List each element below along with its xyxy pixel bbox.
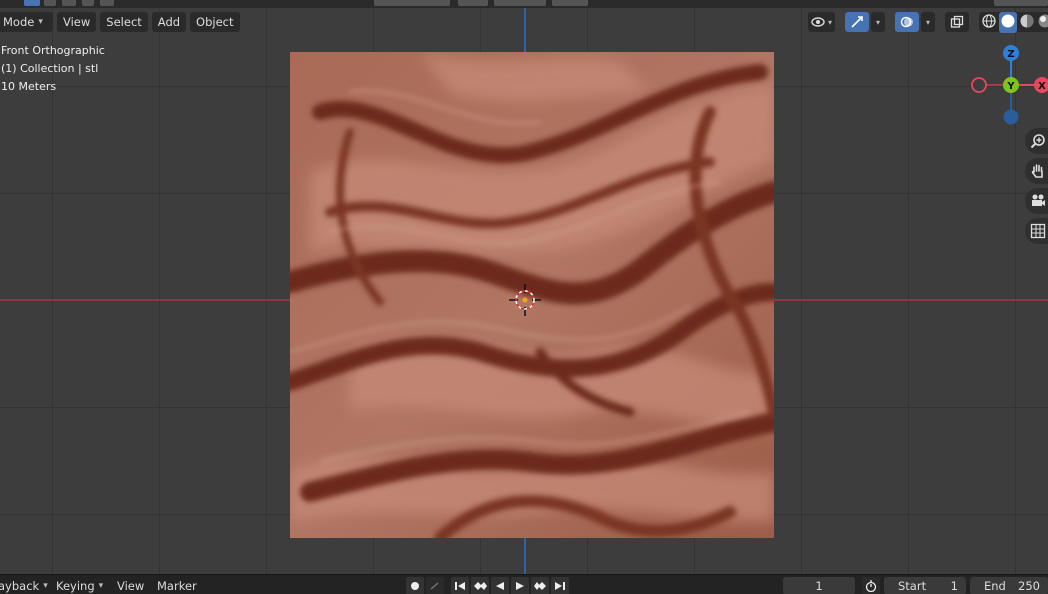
end-label: End — [984, 579, 1006, 593]
end-value: 250 — [1018, 579, 1040, 593]
gizmo-z-label: Z — [1007, 49, 1014, 60]
select-mode-icon[interactable] — [82, 0, 94, 6]
timeline-view-label: View — [117, 579, 145, 593]
chevron-down-icon[interactable]: ▾ — [871, 12, 886, 32]
playback-label: ayback — [0, 579, 40, 593]
jump-end-icon[interactable] — [551, 577, 569, 594]
menu-object[interactable]: Object — [190, 12, 240, 32]
wireframe-shading-icon[interactable] — [981, 13, 997, 32]
xray-icon[interactable] — [945, 12, 970, 32]
record-controls — [406, 577, 444, 594]
menu-object-label: Object — [196, 15, 234, 29]
stopwatch-icon[interactable] — [862, 577, 880, 594]
select-mode-icon[interactable] — [62, 0, 76, 6]
menu-select-label: Select — [106, 15, 142, 29]
start-label: Start — [898, 579, 927, 593]
auto-keying-icon[interactable] — [426, 577, 444, 594]
chevron-down-icon: ▾ — [38, 17, 43, 27]
timeline-header: ayback ▾ Keying ▾ View Marker 1 Start 1 … — [0, 574, 1048, 594]
timeline-view-menu[interactable]: View — [117, 577, 144, 594]
visibility-icon[interactable]: ▾ — [808, 12, 836, 32]
collection-label: (1) Collection | stl — [1, 62, 99, 75]
gizmo-toggle-icon[interactable] — [845, 12, 870, 32]
record-icon[interactable] — [406, 577, 424, 594]
material-shading-icon[interactable] — [1019, 13, 1035, 32]
menu-add[interactable]: Add — [151, 12, 187, 32]
keying-label: Keying — [56, 579, 95, 593]
select-box-icon[interactable] — [24, 0, 40, 6]
grid-perspective-icon[interactable] — [1025, 218, 1048, 244]
next-keyframe-icon[interactable] — [531, 577, 549, 594]
viewport-header: Mode ▾ View Select Add Object — [0, 12, 240, 32]
mode-selector[interactable]: Mode ▾ — [0, 12, 53, 32]
top-header-strip — [0, 0, 1048, 8]
gizmo-neg-x[interactable] — [971, 77, 987, 93]
blender-window: Mode ▾ View Select Add Object Front Orth… — [0, 0, 1048, 594]
gizmo-neg-z[interactable] — [1003, 109, 1019, 125]
solid-shading-icon[interactable] — [999, 11, 1018, 33]
navigation-gizmo[interactable]: Z X Y — [966, 42, 1048, 128]
chevron-down-icon: ▾ — [98, 581, 104, 591]
camera-icon[interactable] — [1025, 188, 1048, 214]
chevron-down-icon: ▾ — [43, 581, 48, 591]
gizmo-y-label: Y — [1006, 81, 1015, 92]
zoom-icon[interactable] — [1025, 128, 1048, 154]
menu-view-label: View — [63, 15, 91, 29]
play-icon[interactable] — [511, 577, 529, 594]
view-name: Front Orthographic — [1, 44, 105, 57]
menu-view[interactable]: View — [57, 12, 97, 32]
rendered-shading-icon[interactable] — [1037, 13, 1048, 32]
pivot-point-dropdown[interactable] — [458, 0, 488, 6]
viewport-right-tools: ▾ ▾ ▾ ▾ — [808, 11, 1048, 33]
jump-start-icon[interactable] — [451, 577, 469, 594]
overlay-toggle-icon[interactable] — [895, 12, 920, 32]
start-value: 1 — [950, 579, 958, 593]
viewport-nav-buttons — [1025, 128, 1048, 248]
grid-scale-label: 10 Meters — [1, 80, 57, 93]
3d-cursor[interactable] — [509, 284, 541, 316]
current-frame-value: 1 — [815, 579, 823, 593]
playback-menu[interactable]: ayback ▾ — [0, 577, 48, 594]
gizmo-x-label: X — [1038, 81, 1046, 92]
menu-select[interactable]: Select — [100, 12, 148, 32]
options-button[interactable] — [994, 0, 1048, 6]
viewport-text-info: Front Orthographic (1) Collection | stl … — [1, 42, 105, 96]
snap-toggle[interactable] — [494, 0, 546, 6]
select-mode-icon[interactable] — [44, 0, 56, 6]
marker-label: Marker — [157, 579, 197, 593]
prev-keyframe-icon[interactable] — [471, 577, 489, 594]
select-mode-icon[interactable] — [100, 0, 114, 6]
menu-add-label: Add — [157, 15, 181, 29]
current-frame-field[interactable]: 1 — [783, 577, 855, 594]
proportional-edit-toggle[interactable] — [552, 0, 588, 6]
chevron-down-icon: ▾ — [828, 17, 833, 27]
chevron-down-icon[interactable]: ▾ — [921, 12, 936, 32]
mode-label: Mode — [3, 15, 35, 29]
play-reverse-icon[interactable] — [491, 577, 509, 594]
transform-orientation-dropdown[interactable] — [374, 0, 450, 6]
end-frame-field[interactable]: End 250 — [970, 577, 1048, 594]
pan-hand-icon[interactable] — [1025, 158, 1048, 184]
start-frame-field[interactable]: Start 1 — [884, 577, 966, 594]
marker-menu[interactable]: Marker — [157, 577, 197, 594]
playback-controls — [451, 577, 569, 594]
keying-menu[interactable]: Keying ▾ — [56, 577, 103, 594]
shading-mode-group — [979, 11, 1048, 33]
